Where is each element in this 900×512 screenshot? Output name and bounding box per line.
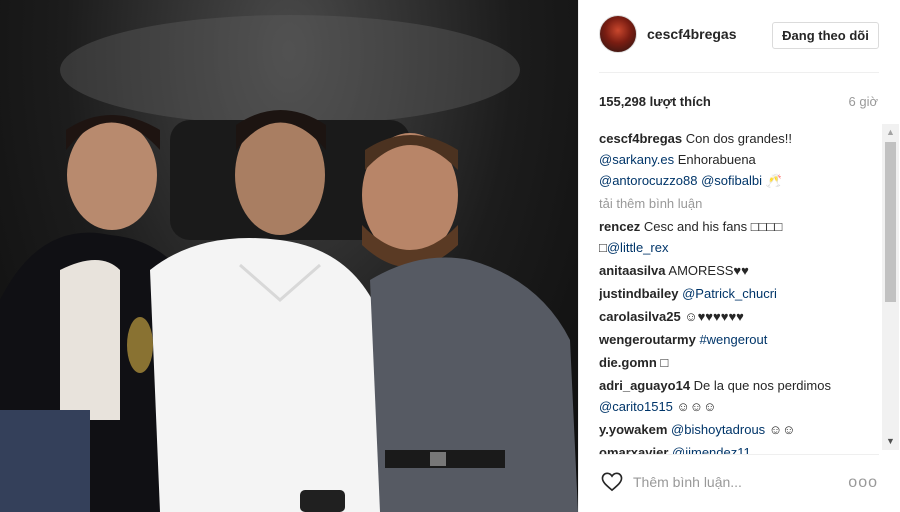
list-item: die.gomn □ (599, 352, 879, 373)
caption-mention[interactable]: @sofibalbi (701, 173, 762, 188)
caption-mention[interactable]: @antorocuzzo88 (599, 173, 697, 188)
avatar[interactable] (599, 15, 637, 53)
comment-text: Cesc and his fans □□□□ (643, 219, 783, 234)
comment-username[interactable]: justindbailey (599, 286, 678, 301)
comment-username[interactable]: y.yowakem (599, 422, 667, 437)
list-item: rencez Cesc and his fans □□□□ □@little_r… (599, 216, 879, 258)
list-item: y.yowakem @bishoytadrous ☺☺ (599, 419, 879, 440)
scroll-up-arrow-icon[interactable]: ▲ (882, 124, 899, 141)
post-time[interactable]: 6 giờ (849, 94, 879, 109)
comment-hashtag[interactable]: #wengerout (699, 332, 767, 347)
comments-list: cescf4bregas Con dos grandes!! @sarkany.… (599, 128, 879, 454)
comment-username[interactable]: adri_aguayo14 (599, 378, 690, 393)
caption-emoji: 🥂 (765, 173, 782, 188)
post-sidebar: cescf4bregas Đang theo dõi 155,298 lượt … (578, 0, 900, 512)
scroll-down-arrow-icon[interactable]: ▼ (882, 433, 899, 450)
comment-text: ☺☺☺ (676, 399, 717, 414)
comment-username[interactable]: die.gomn (599, 355, 657, 370)
comment-text: ☺☺ (768, 422, 796, 437)
likes-count[interactable]: 155,298 lượt thích (599, 94, 711, 109)
list-item: justindbailey @Patrick_chucri (599, 283, 879, 304)
comment-mention[interactable]: @carito1515 (599, 399, 673, 414)
comments-scrollbar[interactable]: ▲ ▼ (882, 124, 899, 450)
comment-text: AMORESS♥♥ (668, 263, 749, 278)
comment-text: □ (599, 240, 607, 255)
footer-divider (599, 454, 879, 455)
comment-mention[interactable]: @Patrick_chucri (682, 286, 777, 301)
list-item: anitaasilva AMORESS♥♥ (599, 260, 879, 281)
comment-text: □ (660, 355, 669, 370)
post-username[interactable]: cescf4bregas (647, 26, 737, 42)
comment-mention[interactable]: @jimendez11 (672, 445, 751, 454)
comment-text: De la que nos perdimos (693, 378, 831, 393)
load-more-comments[interactable]: tải thêm bình luận (599, 193, 879, 214)
list-item: omarxavier @jimendez11 (599, 442, 879, 454)
comment-username[interactable]: rencez (599, 219, 640, 234)
list-item: adri_aguayo14 De la que nos perdimos @ca… (599, 375, 879, 417)
post-header: cescf4bregas Đang theo dõi (579, 0, 900, 72)
list-item: wengeroutarmy #wengerout (599, 329, 879, 350)
header-divider (599, 72, 879, 73)
more-options-icon[interactable]: ooo (848, 474, 878, 492)
comment-username[interactable]: wengeroutarmy (599, 332, 696, 347)
comment-username[interactable]: omarxavier (599, 445, 668, 454)
caption-mention[interactable]: @sarkany.es (599, 152, 674, 167)
comment-input[interactable]: Thêm bình luận... (633, 474, 742, 490)
scrollbar-thumb[interactable] (885, 142, 896, 302)
caption-text: Enhorabuena (677, 152, 756, 167)
comment-username[interactable]: carolasilva25 (599, 309, 681, 324)
following-button[interactable]: Đang theo dõi (772, 22, 879, 49)
comment-mention[interactable]: @little_rex (607, 240, 669, 255)
photo-illustration (0, 15, 578, 512)
post-photo (0, 0, 578, 512)
comment-username[interactable]: anitaasilva (599, 263, 666, 278)
heart-icon[interactable] (601, 472, 623, 492)
caption-username[interactable]: cescf4bregas (599, 131, 682, 146)
comment-mention[interactable]: @bishoytadrous (671, 422, 765, 437)
comment-text: ☺♥♥♥♥♥♥ (684, 309, 744, 324)
caption-text: Con dos grandes!! (685, 131, 792, 146)
caption: cescf4bregas Con dos grandes!! @sarkany.… (599, 128, 879, 191)
list-item: carolasilva25 ☺♥♥♥♥♥♥ (599, 306, 879, 327)
